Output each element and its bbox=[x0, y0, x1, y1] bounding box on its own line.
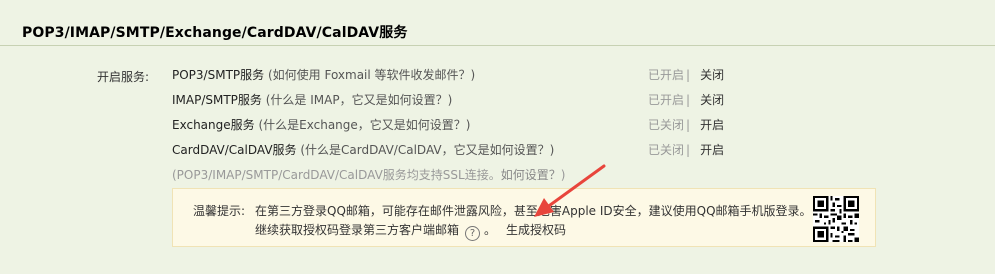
service-toggle-button[interactable]: 开启 bbox=[700, 118, 724, 132]
service-row-pop3: POP3/SMTP服务 (如何使用 Foxmail 等软件收发邮件？) 已开启 |… bbox=[172, 66, 792, 84]
qr-code-icon bbox=[813, 196, 859, 242]
service-name: CardDAV/CalDAV服务 bbox=[172, 143, 297, 157]
services-label: 开启服务: bbox=[97, 70, 150, 84]
separator: | bbox=[686, 68, 691, 82]
separator: | bbox=[686, 143, 691, 157]
service-name: Exchange服务 bbox=[172, 118, 255, 132]
tip-continue-text: 继续获取授权码登录第三方客户端邮箱 bbox=[255, 223, 460, 237]
service-toggle-button[interactable]: 关闭 bbox=[700, 93, 724, 107]
ssl-note-text: (POP3/IMAP/SMTP/CardDAV/CalDAV服务均支持SSL连接… bbox=[172, 168, 501, 182]
help-icon[interactable]: ? bbox=[465, 226, 481, 241]
service-help-link[interactable]: (什么是Exchange，它又是如何设置？) bbox=[258, 118, 470, 132]
service-status: 已开启 bbox=[648, 93, 685, 107]
service-row-exchange: Exchange服务 (什么是Exchange，它又是如何设置？) 已关闭 | 开启 bbox=[172, 116, 792, 134]
generate-auth-code-link[interactable]: 生成授权码 bbox=[506, 223, 566, 237]
service-row-imap: IMAP/SMTP服务 (什么是 IMAP，它又是如何设置？) 已开启 | 关闭 bbox=[172, 91, 792, 109]
ssl-note: (POP3/IMAP/SMTP/CardDAV/CalDAV服务均支持SSL连接… bbox=[172, 166, 565, 183]
service-toggle-button[interactable]: 关闭 bbox=[700, 68, 724, 82]
service-row-carddav: CardDAV/CalDAV服务 (什么是CardDAV/CalDAV，它又是如… bbox=[172, 141, 792, 159]
tip-period: 。 bbox=[484, 223, 497, 237]
arrow-annotation-icon bbox=[534, 164, 606, 217]
separator: | bbox=[686, 93, 691, 107]
section-title: POP3/IMAP/SMTP/Exchange/CardDAV/CalDAV服务 bbox=[22, 25, 408, 41]
separator: | bbox=[686, 118, 691, 132]
service-name: IMAP/SMTP服务 bbox=[172, 93, 262, 107]
service-help-link[interactable]: (什么是 IMAP，它又是如何设置？) bbox=[266, 93, 453, 107]
section-header: POP3/IMAP/SMTP/Exchange/CardDAV/CalDAV服务 bbox=[0, 0, 995, 46]
service-status: 已开启 bbox=[648, 68, 685, 82]
service-status: 已关闭 bbox=[648, 118, 685, 132]
service-help-link[interactable]: (如何使用 Foxmail 等软件收发邮件？) bbox=[268, 68, 475, 82]
tip-label: 温馨提示: bbox=[193, 204, 246, 218]
service-toggle-button[interactable]: 开启 bbox=[700, 143, 724, 157]
service-help-link[interactable]: (什么是CardDAV/CalDAV，它又是如何设置？) bbox=[300, 143, 554, 157]
service-name: POP3/SMTP服务 bbox=[172, 68, 265, 82]
service-status: 已关闭 bbox=[648, 143, 685, 157]
